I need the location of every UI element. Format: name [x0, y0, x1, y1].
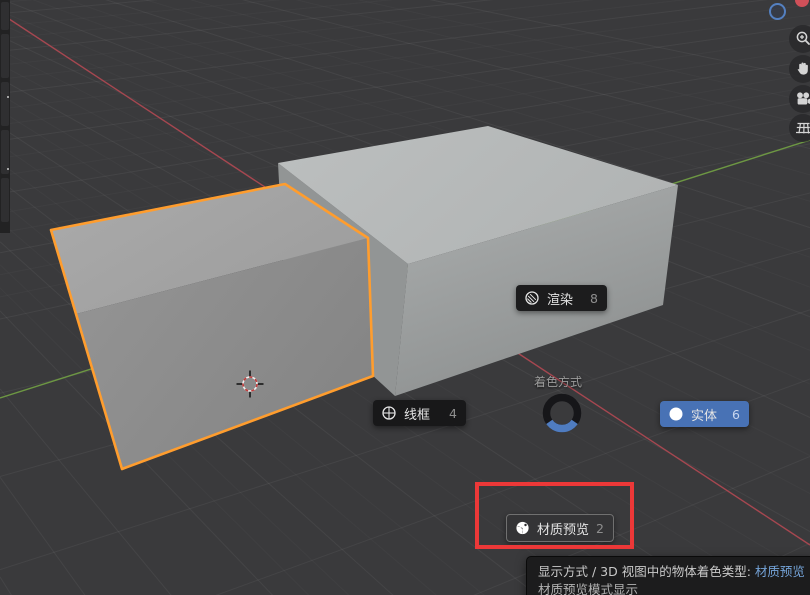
annotation-rectangle — [475, 482, 634, 549]
tool-button[interactable] — [1, 2, 9, 30]
pan-button[interactable] — [789, 55, 810, 83]
tool-expand-dot — [7, 96, 9, 98]
tooltip-line1: 显示方式 / 3D 视图中的物体着色类型: 材质预览 — [538, 563, 805, 581]
pan-hand-icon — [793, 59, 810, 79]
shortcut-key: 4 — [449, 406, 457, 421]
zoom-icon — [793, 29, 810, 49]
toolbar-edge[interactable] — [0, 0, 10, 233]
tooltip-line2: 材质预览模式显示 — [538, 581, 805, 595]
selected-cube[interactable] — [51, 184, 373, 469]
tooltip: 显示方式 / 3D 视图中的物体着色类型: 材质预览 材质预览模式显示 — [526, 556, 810, 595]
pie-item-label: 渲染 — [547, 289, 573, 308]
camera-view-icon — [793, 89, 810, 109]
pie-item-wireframe[interactable]: 线框 4 — [373, 400, 466, 426]
shading-mode-label: 着色方式 — [521, 373, 595, 390]
shortcut-key: 8 — [590, 291, 598, 306]
tooltip-line1-value: 材质预览 — [755, 564, 805, 579]
camera-view-button[interactable] — [789, 85, 810, 113]
shortcut-key: 6 — [732, 407, 740, 422]
blender-viewport-window: 渲染 8 线框 4 实体 6 材质预览 2 着色方式 — [0, 0, 810, 595]
viewport-canvas[interactable] — [0, 0, 810, 595]
pie-item-label: 实体 — [691, 405, 717, 424]
zoom-button[interactable] — [789, 25, 810, 53]
toggle-ortho-button[interactable] — [789, 114, 810, 142]
wireframe-sphere-icon — [381, 405, 397, 421]
render-sphere-icon — [524, 290, 540, 306]
solid-sphere-icon — [668, 406, 684, 422]
tool-button[interactable] — [1, 82, 9, 126]
tool-button[interactable] — [1, 178, 9, 222]
pie-item-label: 线框 — [404, 404, 430, 423]
axis-ball-blue-icon[interactable] — [769, 3, 786, 20]
tool-button[interactable] — [1, 34, 9, 78]
tool-expand-dot — [7, 168, 9, 170]
pie-item-render[interactable]: 渲染 8 — [516, 285, 607, 311]
tooltip-line1-label: 显示方式 / 3D 视图中的物体着色类型: — [538, 564, 755, 579]
pie-item-solid[interactable]: 实体 6 — [660, 401, 749, 427]
ortho-grid-icon — [793, 118, 810, 138]
pie-center-indicator — [539, 391, 585, 437]
